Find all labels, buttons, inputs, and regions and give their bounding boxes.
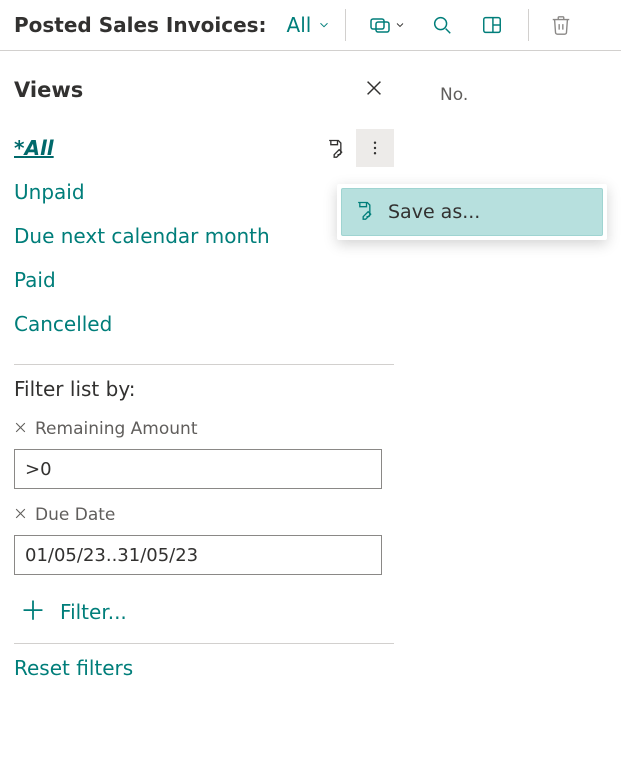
- separator: [528, 9, 529, 41]
- toolbar: Posted Sales Invoices: All: [0, 0, 621, 51]
- save-as-icon: [354, 200, 374, 225]
- page-title: Posted Sales Invoices:: [14, 13, 267, 37]
- divider: [14, 364, 394, 365]
- view-item-paid[interactable]: Paid: [14, 258, 394, 302]
- filter-field-due-date: Due Date: [14, 505, 394, 575]
- plus-icon: ＋: [20, 599, 46, 625]
- view-more-menu: Save as...: [337, 184, 607, 240]
- remove-filter-icon[interactable]: [14, 506, 27, 524]
- filter-input-remaining-amount[interactable]: [14, 449, 382, 489]
- share-button[interactable]: [360, 5, 414, 45]
- chevron-down-icon: [317, 13, 331, 37]
- filter-field-remaining-amount: Remaining Amount: [14, 419, 394, 489]
- filter-input-due-date[interactable]: [14, 535, 382, 575]
- divider: [14, 643, 394, 644]
- view-selector[interactable]: All: [287, 13, 332, 37]
- close-icon[interactable]: [354, 73, 394, 106]
- menu-item-label: Save as...: [388, 201, 480, 223]
- view-item-label: Paid: [14, 268, 56, 292]
- view-item-label: Unpaid: [14, 180, 85, 204]
- column-header-no[interactable]: No.: [440, 85, 468, 105]
- search-button[interactable]: [420, 5, 464, 45]
- menu-item-save-as[interactable]: Save as...: [341, 188, 603, 236]
- add-filter-button[interactable]: ＋ Filter...: [20, 599, 394, 625]
- remove-filter-icon[interactable]: [14, 420, 27, 438]
- separator: [345, 9, 346, 41]
- views-heading: Views: [14, 78, 83, 102]
- view-item-cancelled[interactable]: Cancelled: [14, 302, 394, 346]
- layout-button[interactable]: [470, 5, 514, 45]
- view-more-button[interactable]: [356, 129, 394, 167]
- filter-panel: Views All Unpaid: [0, 51, 404, 680]
- filter-label: Remaining Amount: [35, 419, 197, 439]
- reset-filters-link[interactable]: Reset filters: [14, 656, 394, 680]
- view-item-label: Due next calendar month: [14, 224, 270, 248]
- view-item-label: Cancelled: [14, 312, 112, 336]
- save-view-icon[interactable]: [316, 129, 354, 167]
- view-item-all[interactable]: All: [14, 126, 394, 170]
- filter-list-heading: Filter list by:: [14, 377, 394, 401]
- add-filter-label: Filter...: [60, 600, 127, 624]
- delete-button[interactable]: [543, 5, 579, 45]
- view-selector-label: All: [287, 13, 312, 37]
- view-item-label: All: [14, 136, 54, 160]
- filter-label: Due Date: [35, 505, 115, 525]
